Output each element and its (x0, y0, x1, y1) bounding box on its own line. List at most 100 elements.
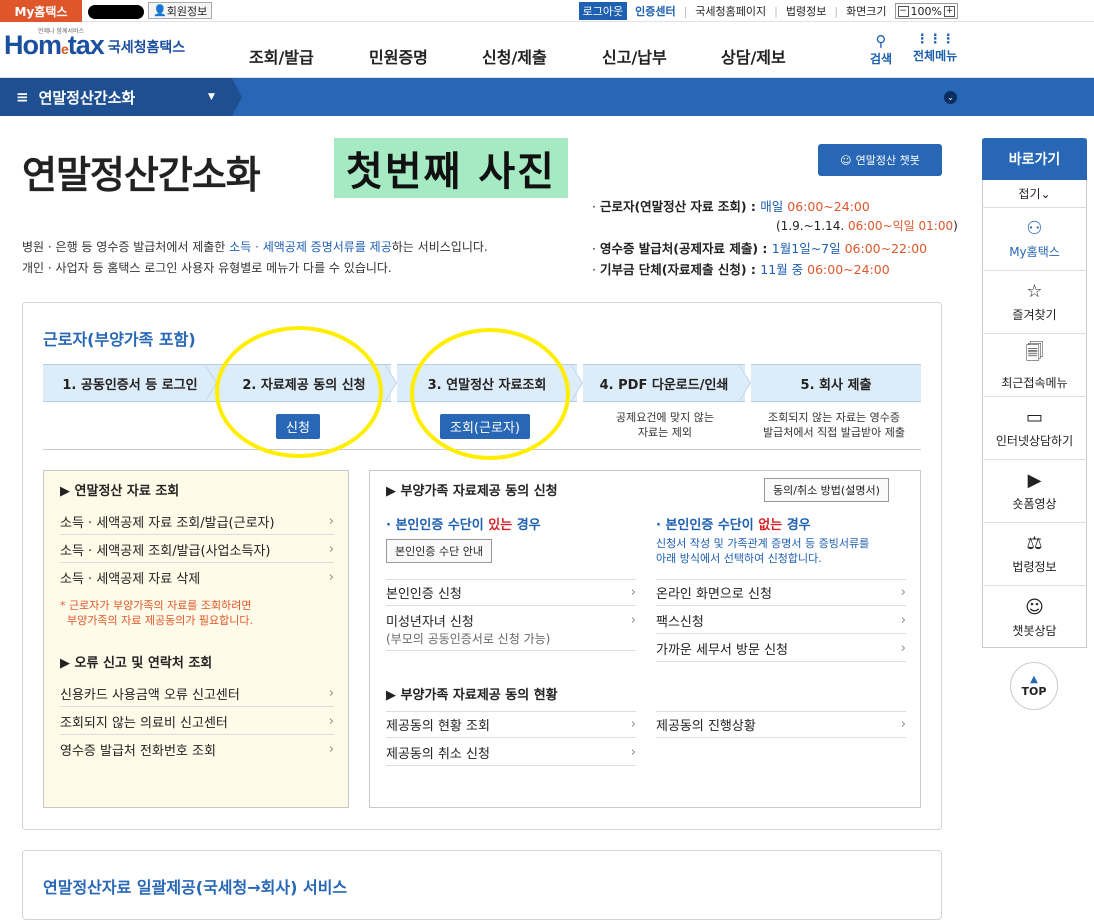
chevron-right-icon: › (900, 612, 906, 628)
link-fax-apply[interactable]: 팩스신청 › (656, 607, 906, 634)
chevron-right-icon: › (630, 585, 636, 600)
all-menu-label: 전체메뉴 (913, 49, 958, 63)
chatbot-label: 연말정산 챗봇 (855, 154, 920, 167)
chevron-right-icon: › (328, 513, 334, 529)
all-menu-button[interactable]: ⋮⋮⋮ 전체메뉴 (913, 32, 957, 64)
chevron-right-icon: › (630, 744, 636, 760)
caret-up-icon: ▲ (1030, 674, 1038, 685)
annotation-circle (410, 328, 570, 460)
chatbot-button[interactable]: ☺ 연말정산 챗봇 (818, 144, 942, 176)
link-business-inquiry[interactable]: 소득 · 세액공제 조회/발급(사업소득자) › (60, 536, 334, 563)
left-heading-error: ▶ 오류 신고 및 연락처 조회 (60, 656, 213, 671)
service-description-2: 개인 · 사업자 등 홈택스 로그인 사용자 유형별로 메뉴가 다를 수 있습니… (22, 261, 392, 275)
member-info-label: 회원정보 (166, 4, 208, 18)
link-consent-status[interactable]: 제공동의 현황 조회 › (386, 711, 636, 738)
consent-guide-button[interactable]: 동의/취소 방법(설명서) (764, 478, 889, 502)
chevron-right-icon: › (328, 541, 334, 557)
annotation-circle (215, 326, 383, 458)
person-icon: ⚇ (1026, 218, 1043, 239)
link-minor-apply[interactable]: 미성년자녀 신청 › (386, 607, 636, 634)
current-menu-dropdown[interactable]: ≡ 연말정산간소화 ▼ (0, 78, 232, 116)
step-1: 1. 공동인증서 등 로그인 (43, 364, 217, 402)
divider: | (683, 4, 688, 18)
link-consent-progress[interactable]: 제공동의 진행상황 › (656, 711, 906, 738)
hometax-logo[interactable]: 언제나 함께서비스 Hometax 국세청홈택스 (4, 28, 186, 61)
member-info-button[interactable]: 👤 회원정보 (148, 2, 213, 19)
recent-icon: 🗐 (1025, 341, 1044, 363)
fold-button[interactable]: 접기 ⌄ (982, 180, 1087, 208)
schedule-worker-extended: (1.9.~1.14. 06:00~익일 01:00) (776, 219, 958, 233)
chat-icon: ▭ (1025, 407, 1043, 428)
case-without-auth: · 본인인증 수단이 없는 경우 (656, 518, 811, 533)
zoom-in-button[interactable]: + (944, 5, 955, 17)
auth-method-guide-button[interactable]: 본인인증 수단 안내 (386, 539, 492, 563)
gnb-certificates[interactable]: 민원증명 (369, 44, 428, 68)
link-self-auth-apply[interactable]: 본인인증 신청 › (386, 579, 636, 606)
redacted-username (88, 5, 144, 19)
search-label: 검색 (870, 52, 893, 66)
section-title-bulk: 연말정산자료 일괄제공(국세청→회사) 서비스 (43, 878, 348, 897)
link-card-error[interactable]: 신용카드 사용금액 오류 신고센터 › (60, 680, 334, 707)
my-hometax-button[interactable]: My홈택스 (0, 0, 82, 22)
gnb-application[interactable]: 신청/제출 (482, 44, 547, 68)
right-heading-consent: ▶ 부양가족 자료제공 동의 신청 (386, 484, 558, 499)
chevron-right-icon: › (328, 570, 334, 585)
schedule-donation: · 기부금 단체(자료제출 신청) : 11월 중 06:00~24:00 (592, 262, 890, 277)
photo-annotation-label: 첫번째 사진 (334, 138, 568, 198)
quick-shortform-video[interactable]: ▶ 숏폼영상 (982, 460, 1087, 523)
dependent-note-2: 부양가족의 자료 제공동의가 필요합니다. (67, 614, 254, 627)
section-title-worker: 근로자(부양가족 포함) (43, 330, 196, 349)
logout-button[interactable]: 로그아웃 (578, 2, 628, 20)
schedule-issuer: · 영수증 발급처(공제자료 제출) : 1월1일~7일 06:00~22:00 (592, 241, 928, 256)
quick-my-hometax[interactable]: ⚇ My홈택스 (982, 208, 1087, 271)
gnb-consult[interactable]: 상담/제보 (721, 44, 786, 68)
quick-online-consult[interactable]: ▭ 인터넷상담하기 (982, 397, 1087, 460)
logo-korean-text: 국세청홈택스 (107, 40, 186, 56)
step-arrow (739, 365, 750, 401)
schedule-worker: · 근로자(연말정산 자료 조회) : 매일 06:00~24:00 (592, 199, 870, 214)
left-heading-inquiry: ▶ 연말정산 자료 조회 (60, 484, 180, 499)
top-links: 로그아웃 인증센터 | 국세청홈페이지 | 법령정보 | 화면크기 − 100%… (578, 2, 958, 20)
play-icon: ▶ (1027, 470, 1042, 491)
chevron-right-icon: › (630, 717, 636, 732)
chevron-right-icon: › (328, 742, 334, 757)
hamburger-icon: ≡ (16, 88, 29, 106)
gnb-inquiry[interactable]: 조회/발급 (249, 44, 314, 68)
quick-recent[interactable]: 🗐 최근접속메뉴 (982, 334, 1087, 397)
main-header: 언제나 함께서비스 Hometax 국세청홈택스 조회/발급 민원증명 신청/제… (0, 22, 1094, 78)
logo-tagline: 언제나 함께서비스 (38, 28, 85, 35)
search-button[interactable]: ⚲ 검색 (870, 32, 892, 67)
scroll-top-button[interactable]: ▲ TOP (1010, 662, 1058, 710)
bot-icon: ☺ (1025, 596, 1044, 618)
nts-homepage-link[interactable]: 국세청홈페이지 (695, 3, 766, 19)
step-4: 4. PDF 다운로드/인쇄 (583, 364, 745, 402)
zoom-out-button[interactable]: − (897, 5, 909, 17)
chevron-right-icon: › (328, 685, 334, 701)
link-issuer-phone[interactable]: 영수증 발급처 전화번호 조회 › (60, 736, 334, 763)
link-consent-cancel[interactable]: 제공동의 취소 신청 › (386, 739, 636, 766)
zoom-control: − 100% + (894, 3, 958, 19)
screen-size-label: 화면크기 (846, 5, 887, 18)
quick-chatbot[interactable]: ☺ 챗봇상담 (982, 586, 1087, 649)
caret-down-icon: ▼ (208, 92, 215, 102)
link-worker-inquiry[interactable]: 소득 · 세액공제 자료 조회/발급(근로자) › (60, 508, 334, 535)
zoom-level: 100% (910, 4, 942, 18)
expand-nav-icon[interactable]: ⌄ (944, 91, 957, 104)
auth-center-link[interactable]: 인증센터 (635, 3, 675, 19)
top-utility-bar: My홈택스 👤 회원정보 로그아웃 인증센터 | 국세청홈페이지 | 법령정보 |… (0, 0, 1094, 22)
link-online-apply[interactable]: 온라인 화면으로 신청 › (656, 579, 906, 606)
quick-favorites[interactable]: ☆ 즐겨찾기 (982, 271, 1087, 334)
step5-note: 조회되지 않는 자료는 영수증 발급처에서 직접 발급받아 제출 (762, 411, 906, 439)
link-medical-report[interactable]: 조회되지 않는 의료비 신고센터 › (60, 708, 334, 735)
link-delete-data[interactable]: 소득 · 세액공제 자료 삭제 › (60, 564, 334, 591)
link-visit-office[interactable]: 가까운 세무서 방문 신청 › (656, 635, 906, 662)
chevron-right-icon: › (328, 713, 334, 729)
nav-arrow-shape (232, 78, 242, 116)
gnb-report-payment[interactable]: 신고/납부 (602, 44, 667, 68)
case2-note-2: 아래 방식에서 선택하여 신청합니다. (656, 552, 822, 565)
law-info-link[interactable]: 법령정보 (786, 3, 826, 19)
chevron-right-icon: › (900, 640, 906, 656)
step-arrow (385, 365, 396, 401)
search-icon: ⚲ (875, 32, 887, 50)
quick-law-info[interactable]: ⚖ 법령정보 (982, 523, 1087, 586)
